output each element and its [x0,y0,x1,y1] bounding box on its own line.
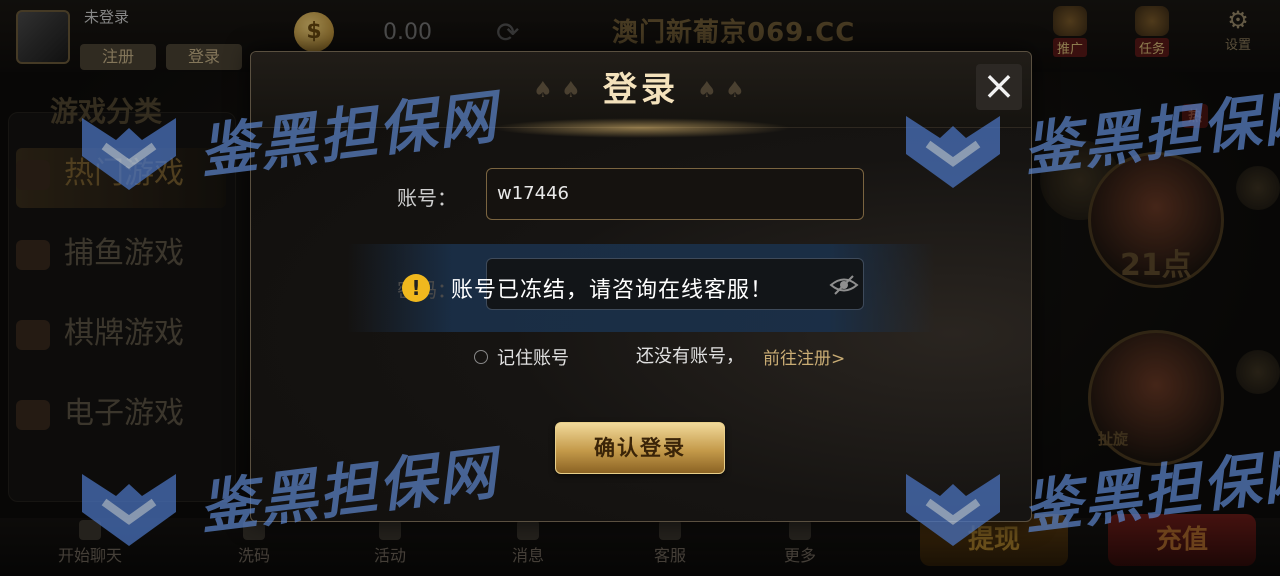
account-label: 账号： [397,186,457,210]
eye-hidden-icon-svg [829,275,859,295]
dialog-title: 登录 [603,70,679,110]
remember-radio[interactable] [474,350,488,364]
title-glow [491,118,791,138]
warning-icon: ! [402,274,430,302]
confirm-login-button[interactable]: 确认登录 [555,422,725,474]
login-dialog: ♠ ♠ ♠ ♠ 登录 × 账号： w17446 密码： ! 账号已冻结，请咨询在… [250,51,1032,522]
remember-label[interactable]: 记住账号 [497,344,569,370]
eye-hidden-icon[interactable] [829,274,859,302]
close-icon: × [982,63,1016,109]
close-button[interactable]: × [976,64,1022,110]
register-link[interactable]: 前往注册> [763,344,845,369]
toast-message: 账号已冻结，请咨询在线客服！ [451,278,774,303]
account-input[interactable]: w17446 [486,168,864,220]
no-account-text: 还没有账号， [636,346,744,367]
